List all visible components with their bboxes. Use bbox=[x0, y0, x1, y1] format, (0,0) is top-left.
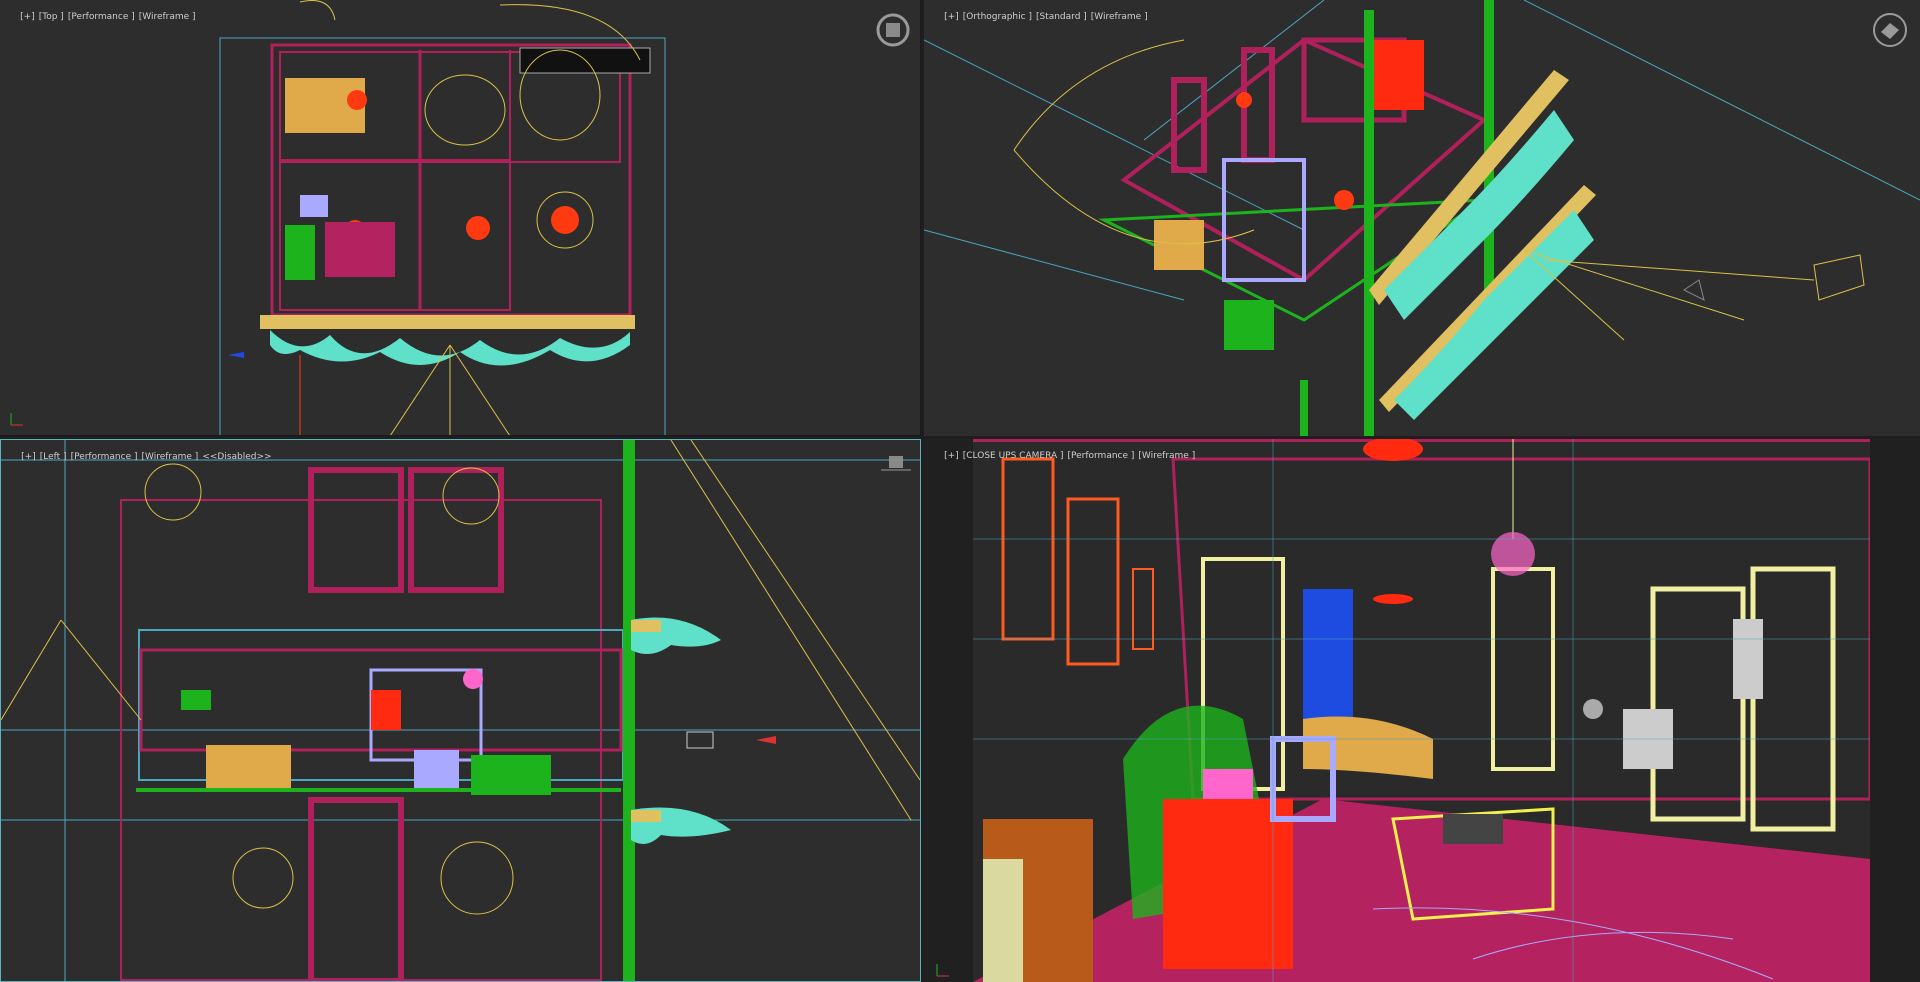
viewport-top[interactable]: [+] [Top ] [Performance ] [Wireframe ] bbox=[0, 0, 921, 436]
viewport-disabled-label: <<Disabled>> bbox=[202, 452, 272, 462]
viewport-display-label[interactable]: [Wireframe ] bbox=[142, 452, 199, 462]
camera-view-scene bbox=[973, 439, 1870, 982]
viewport-left-label[interactable]: [+] [Left ] [Performance ] [Wireframe ] <<Di… bbox=[4, 442, 276, 472]
viewport-shading-perf-label[interactable]: [Performance ] bbox=[71, 452, 138, 462]
viewport-shading-perf-label[interactable]: [Performance ] bbox=[68, 12, 135, 22]
viewport-display-label[interactable]: [Wireframe ] bbox=[139, 12, 196, 22]
viewport-menu-plus[interactable]: [+] bbox=[944, 12, 959, 22]
viewcube-icon[interactable] bbox=[881, 454, 911, 476]
viewport-orthographic[interactable]: [+] [Orthographic ] [Standard ] [Wireframe … bbox=[924, 0, 1920, 436]
viewport-top-label[interactable]: [+] [Top ] [Performance ] [Wireframe ] bbox=[3, 2, 200, 32]
viewport-shading-label[interactable]: [Standard ] bbox=[1036, 12, 1087, 22]
viewport-view-label[interactable]: [Left ] bbox=[40, 452, 67, 462]
axis-tripod-icon bbox=[8, 408, 28, 432]
home-cube-icon[interactable] bbox=[1872, 12, 1908, 52]
viewport-menu-plus[interactable]: [+] bbox=[20, 12, 35, 22]
axis-tripod-icon bbox=[934, 959, 954, 982]
viewport-view-label[interactable]: [Orthographic ] bbox=[963, 12, 1032, 22]
viewport-display-label[interactable]: [Wireframe ] bbox=[1091, 12, 1148, 22]
viewport-ortho-label[interactable]: [+] [Orthographic ] [Standard ] [Wireframe … bbox=[927, 2, 1152, 32]
viewcube-icon[interactable] bbox=[876, 13, 910, 51]
camera-safe-frame bbox=[973, 439, 1870, 982]
viewport-grid: [+] [Top ] [Performance ] [Wireframe ] [… bbox=[0, 0, 1920, 982]
ortho-view-scene bbox=[924, 0, 1920, 436]
viewport-left[interactable]: [+] [Left ] [Performance ] [Wireframe ] <<Di… bbox=[0, 439, 921, 982]
viewport-menu-plus[interactable]: [+] bbox=[21, 452, 36, 462]
top-view-scene bbox=[219, 0, 666, 435]
left-view-scene bbox=[1, 440, 920, 981]
viewport-camera-name-label[interactable]: [CLOSE UPS CAMERA ] bbox=[963, 451, 1064, 461]
viewport-menu-plus[interactable]: [+] bbox=[944, 451, 959, 461]
viewport-shading-perf-label[interactable]: [Performance ] bbox=[1067, 451, 1134, 461]
viewport-camera[interactable]: [+] [CLOSE UPS CAMERA ] [Performance ] [Wir… bbox=[924, 439, 1920, 982]
viewport-camera-label[interactable]: [+] [CLOSE UPS CAMERA ] [Performance ] [Wir… bbox=[927, 441, 1199, 471]
viewport-view-label[interactable]: [Top ] bbox=[39, 12, 64, 22]
viewport-display-label[interactable]: [Wireframe ] bbox=[1138, 451, 1195, 461]
